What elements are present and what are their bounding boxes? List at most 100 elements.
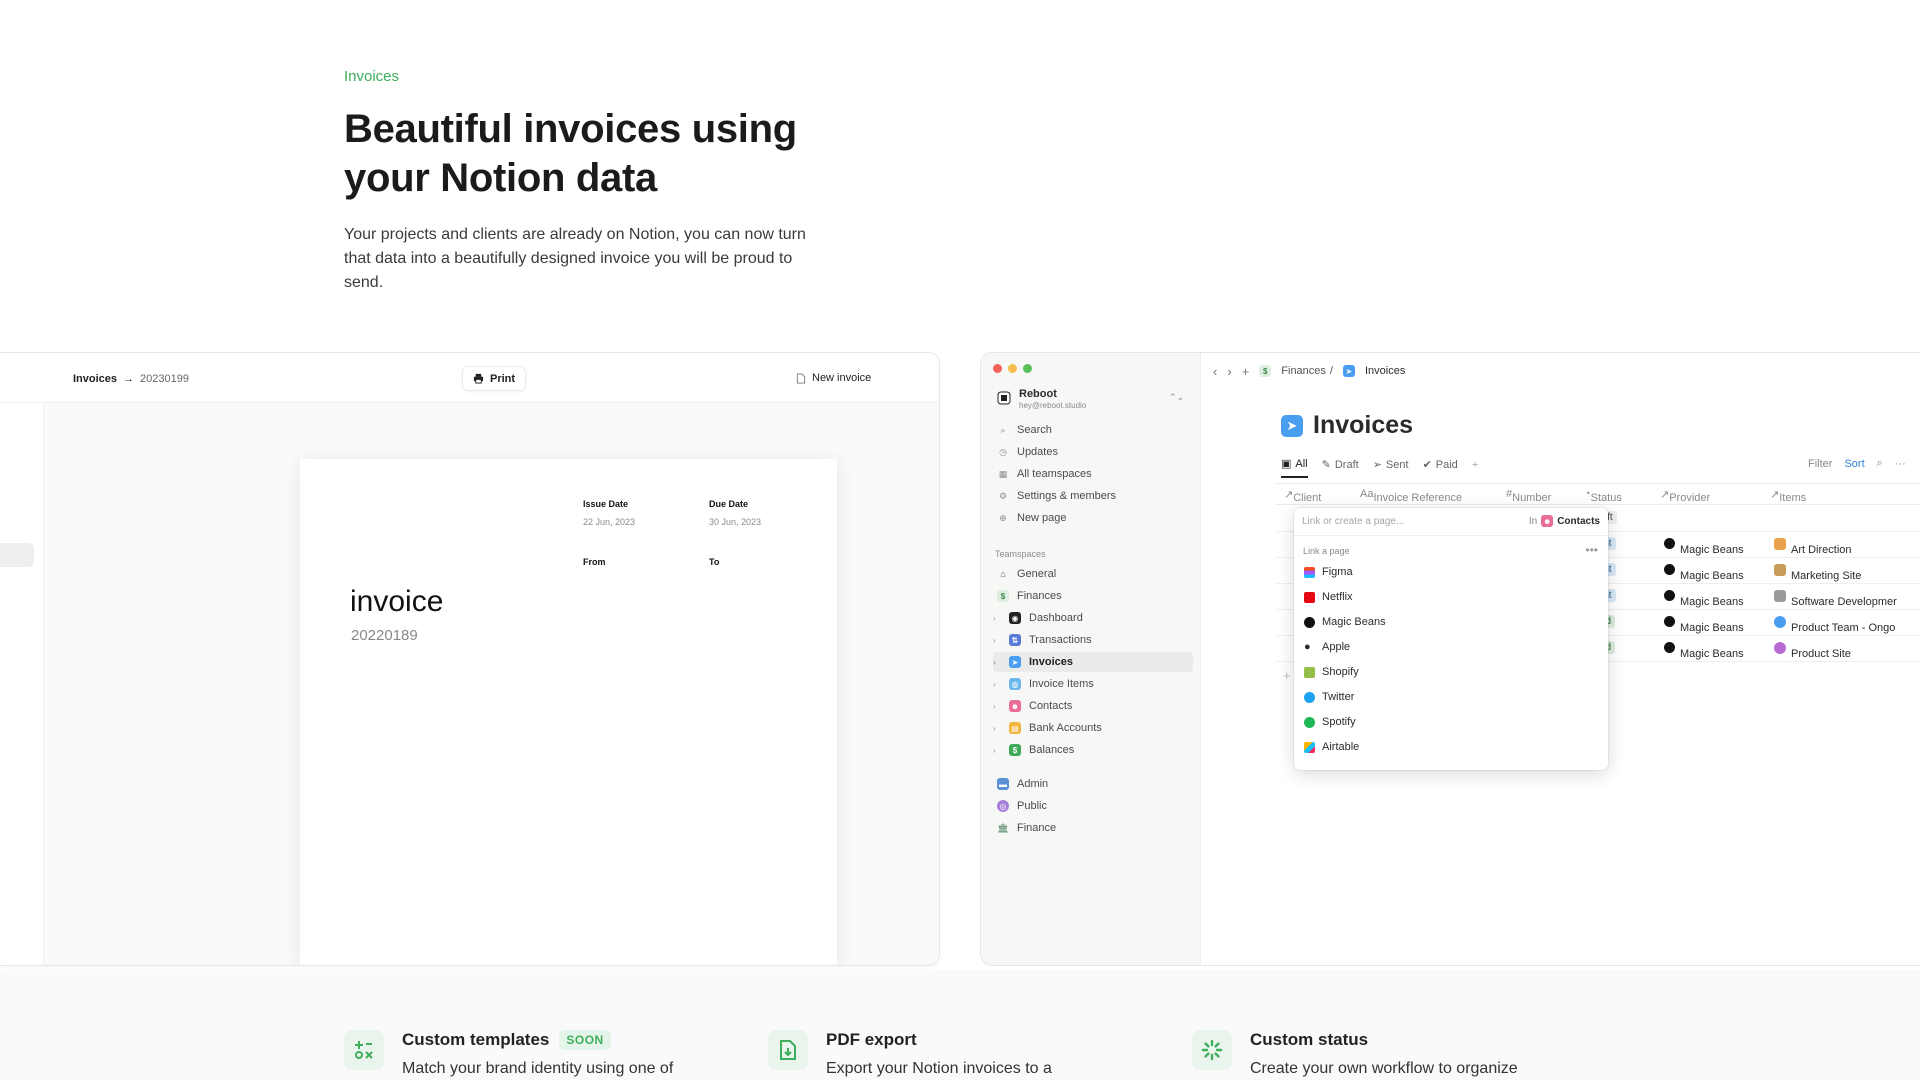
minimize-dot-icon[interactable]: [1008, 364, 1017, 373]
print-button[interactable]: Print: [462, 366, 527, 391]
new-invoice-label: New invoice: [812, 372, 872, 384]
search-icon[interactable]: ⌕: [1877, 457, 1883, 470]
maximize-dot-icon[interactable]: [1023, 364, 1032, 373]
sidebar-item-search[interactable]: ⌕ Search: [993, 420, 1193, 440]
provider-cell[interactable]: Magic Beans: [1664, 590, 1744, 608]
item-icon: [1774, 590, 1786, 602]
templates-icon: [344, 1030, 384, 1070]
chevron-right-icon[interactable]: ›: [993, 702, 1001, 711]
link-search-input[interactable]: Link or create a page... In ☻ Contacts: [1294, 508, 1608, 536]
send-icon: ➤: [1281, 414, 1303, 437]
link-option-netflix[interactable]: Netflix: [1304, 587, 1353, 607]
link-option-figma[interactable]: Figma: [1304, 562, 1353, 582]
sidebar-item-general[interactable]: ⌂ General: [993, 564, 1193, 584]
folder-icon: ▬: [997, 778, 1009, 790]
column-provider[interactable]: ↗ Provider: [1660, 488, 1710, 504]
close-dot-icon[interactable]: [993, 364, 1002, 373]
column-items[interactable]: ↗ Items: [1770, 488, 1806, 504]
chevron-right-icon[interactable]: ›: [993, 614, 1001, 623]
tab-draft[interactable]: ✎ Draft: [1322, 458, 1359, 477]
new-invoice-button[interactable]: New invoice: [796, 372, 871, 384]
hero-description: Your projects and clients are already on…: [344, 226, 806, 291]
feature-title-text: Custom status: [1250, 1030, 1369, 1049]
tab-sent[interactable]: ➢ Sent: [1373, 458, 1409, 477]
column-status[interactable]: ◔ Status: [1584, 488, 1622, 504]
chevron-right-icon[interactable]: ›: [993, 658, 1001, 667]
sidebar-item-all-teamspaces[interactable]: ▦ All teamspaces: [993, 464, 1193, 484]
link-option-magic-beans[interactable]: Magic Beans: [1304, 612, 1386, 632]
link-option-airtable[interactable]: Airtable: [1304, 737, 1359, 757]
chevron-updown-icon[interactable]: ⌃⌄: [1169, 392, 1184, 403]
add-icon[interactable]: +: [1242, 364, 1250, 379]
link-option-spotify[interactable]: Spotify: [1304, 712, 1356, 732]
item-cell[interactable]: Product Team - Ongo: [1774, 616, 1895, 634]
chevron-right-icon[interactable]: ›: [993, 746, 1001, 755]
sidebar-item-public[interactable]: ◎ Public: [993, 796, 1193, 816]
chevron-right-icon[interactable]: ›: [993, 636, 1001, 645]
page-title: ➤ Invoices: [1281, 411, 1413, 440]
link-option-shopify[interactable]: Shopify: [1304, 662, 1359, 682]
column-number[interactable]: # Number: [1506, 488, 1551, 504]
breadcrumb-current[interactable]: Invoices: [1365, 365, 1405, 377]
sidebar-item-finances[interactable]: $ Finances: [993, 586, 1193, 606]
provider-cell[interactable]: Magic Beans: [1664, 642, 1744, 660]
chevron-right-icon[interactable]: ›: [993, 724, 1001, 733]
provider-cell[interactable]: Magic Beans: [1664, 538, 1744, 556]
breadcrumb-parent[interactable]: Finances: [1281, 365, 1326, 377]
sidebar-selected-item[interactable]: [0, 543, 34, 567]
breadcrumb-root[interactable]: Invoices: [73, 373, 117, 385]
link-option-apple[interactable]: ● Apple: [1304, 637, 1350, 657]
check-circle-icon: ✔: [1422, 459, 1432, 471]
sidebar-item-invoice-items[interactable]: › ◍ Invoice Items: [993, 674, 1193, 694]
sidebar-item-bank-accounts[interactable]: › ▤ Bank Accounts: [993, 718, 1193, 738]
forward-arrow-icon[interactable]: ›: [1227, 364, 1231, 379]
sidebar-item-finance[interactable]: 🏛 Finance: [993, 818, 1193, 838]
sidebar-item-label: Public: [1017, 800, 1047, 812]
sidebar-item-label: Transactions: [1029, 634, 1092, 646]
sidebar-item-contacts[interactable]: › ☻ Contacts: [993, 696, 1193, 716]
sidebar-item-transactions[interactable]: › ⇅ Transactions: [993, 630, 1193, 650]
back-arrow-icon[interactable]: ‹: [1213, 364, 1217, 379]
sidebar-item-invoices[interactable]: › ➤ Invoices: [993, 652, 1193, 672]
provider-avatar-icon: [1664, 538, 1675, 549]
column-client[interactable]: ↗ Client: [1284, 488, 1321, 504]
transactions-icon: ⇅: [1009, 634, 1021, 646]
sidebar-item-settings[interactable]: ⚙ Settings & members: [993, 486, 1193, 506]
tab-label: Sent: [1385, 458, 1409, 471]
item-cell[interactable]: Art Direction: [1774, 538, 1852, 556]
add-view-button[interactable]: +: [1472, 459, 1478, 477]
building-icon: ▦: [998, 468, 1008, 479]
sidebar-item-label: Bank Accounts: [1029, 722, 1102, 734]
workspace-switcher[interactable]: Reboot hey@reboot.studio: [997, 388, 1086, 410]
sort-button[interactable]: Sort: [1844, 458, 1864, 470]
sidebar-item-balances[interactable]: › $ Balances: [993, 740, 1193, 760]
sidebar-item-label: Finances: [1017, 590, 1062, 602]
send-icon: ➢: [1372, 459, 1382, 471]
provider-cell[interactable]: Magic Beans: [1664, 564, 1744, 582]
database-scope[interactable]: In ☻ Contacts: [1529, 515, 1600, 527]
dollar-icon: $: [997, 590, 1009, 602]
window-controls: [993, 364, 1032, 373]
item-cell[interactable]: Software Developmer: [1774, 590, 1897, 608]
link-option-twitter[interactable]: Twitter: [1304, 687, 1354, 707]
provider-cell[interactable]: Magic Beans: [1664, 616, 1744, 634]
feature-title: PDF export: [826, 1030, 1052, 1050]
tab-paid[interactable]: ✔ Paid: [1423, 458, 1458, 477]
more-icon[interactable]: ···: [1895, 458, 1906, 470]
tab-all[interactable]: ▣ All: [1281, 457, 1308, 478]
item-cell[interactable]: Product Site: [1774, 642, 1851, 660]
filter-button[interactable]: Filter: [1808, 458, 1832, 470]
hero-title-line1: Beautiful invoices using: [344, 107, 797, 151]
add-row-icon[interactable]: +: [1283, 668, 1291, 683]
send-icon: ➤: [1342, 365, 1355, 377]
issue-date-value: 22 Jun, 2023: [583, 517, 636, 527]
sidebar-item-dashboard[interactable]: › ◉ Dashboard: [993, 608, 1193, 628]
item-cell[interactable]: Marketing Site: [1774, 564, 1861, 582]
column-invoice-reference[interactable]: Aa Invoice Reference: [1360, 488, 1462, 504]
file-download-icon: [768, 1030, 808, 1070]
more-icon[interactable]: •••: [1585, 543, 1598, 557]
sidebar-item-admin[interactable]: ▬ Admin: [993, 774, 1193, 794]
chevron-right-icon[interactable]: ›: [993, 680, 1001, 689]
sidebar-item-new-page[interactable]: ⊕ New page: [993, 508, 1193, 528]
sidebar-item-updates[interactable]: ◷ Updates: [993, 442, 1193, 462]
